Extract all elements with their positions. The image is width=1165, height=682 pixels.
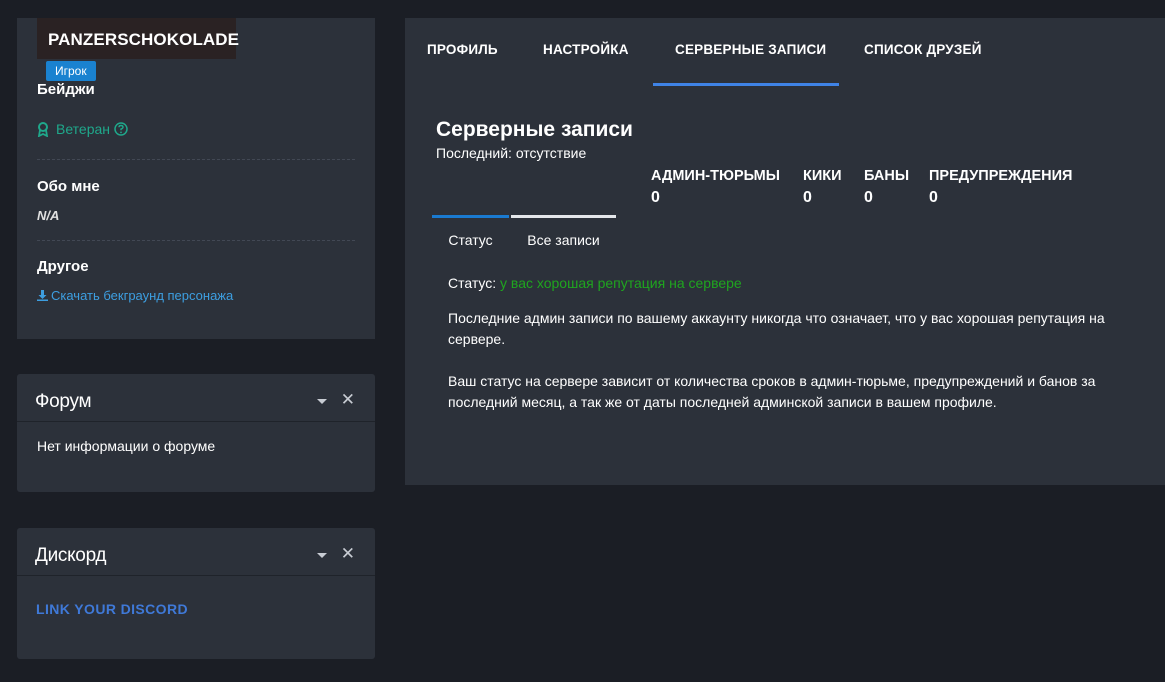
records-last: Последний: отсутствие <box>436 145 587 161</box>
divider <box>37 159 355 160</box>
username: PANZERSCHOKOLADE <box>48 30 240 49</box>
close-icon[interactable]: ✕ <box>341 391 355 408</box>
subtab-status[interactable]: Статус <box>432 215 509 252</box>
stat-label-jail: АДМИН-ТЮРЬМЫ <box>651 168 780 184</box>
collapse-caret-icon[interactable] <box>317 399 327 404</box>
link-discord-button[interactable]: LINK YOUR DISCORD <box>36 601 188 617</box>
divider <box>37 240 355 241</box>
forum-info-text: Нет информации о форуме <box>37 438 216 454</box>
stat-label-kicks: КИКИ <box>803 168 842 184</box>
download-background-link[interactable]: Скачать бекграунд персонажа <box>37 288 233 303</box>
discord-widget-header: Дискорд ✕ <box>17 528 375 576</box>
tab-settings[interactable]: НАСТРОЙКА <box>543 42 629 57</box>
tab-server-records[interactable]: СЕРВЕРНЫЕ ЗАПИСИ <box>675 42 826 57</box>
status-line: Статус: у вас хорошая репутация на серве… <box>448 275 742 291</box>
forum-title: Форум <box>35 391 92 412</box>
stat-value-warnings: 0 <box>929 189 938 206</box>
status-label: Статус: <box>448 275 497 291</box>
close-icon[interactable]: ✕ <box>341 545 355 562</box>
discord-title: Дискорд <box>35 545 107 566</box>
stat-value-kicks: 0 <box>803 189 812 206</box>
username-box: PANZERSCHOKOLADE <box>37 18 240 59</box>
active-tab-indicator <box>653 83 839 86</box>
subtab-all-records[interactable]: Все записи <box>511 215 616 252</box>
forum-widget-header: Форум ✕ <box>17 374 375 422</box>
profile-card: PANZERSCHOKOLADE Игрок Бейджи Ветеран Об… <box>17 18 375 339</box>
main-panel: ПРОФИЛЬ НАСТРОЙКА СЕРВЕРНЫЕ ЗАПИСИ СПИСО… <box>405 18 1165 485</box>
award-icon <box>37 121 49 137</box>
download-icon <box>37 290 48 301</box>
collapse-caret-icon[interactable] <box>317 553 327 558</box>
records-paragraph-2: Ваш статус на сервере зависит от количес… <box>448 373 1096 410</box>
role-badge: Игрок <box>46 61 96 81</box>
stat-value-jail: 0 <box>651 189 660 206</box>
records-paragraph-1: Последние админ записи по вашему аккаунт… <box>448 310 1105 347</box>
stat-label-bans: БАНЫ <box>864 168 910 184</box>
badges-title: Бейджи <box>37 81 95 98</box>
download-link-text: Скачать бекграунд персонажа <box>51 288 234 303</box>
stat-value-bans: 0 <box>864 189 873 206</box>
records-title: Серверные записи <box>436 118 633 141</box>
help-circle-icon[interactable] <box>114 122 128 136</box>
about-value: N/A <box>37 208 60 223</box>
stat-label-warnings: ПРЕДУПРЕЖДЕНИЯ <box>929 168 1073 184</box>
tab-friends-list[interactable]: СПИСОК ДРУЗЕЙ <box>864 42 982 57</box>
forum-widget: Форум ✕ Нет информации о форуме <box>17 374 375 492</box>
about-title: Обо мне <box>37 178 100 195</box>
status-value: у вас хорошая репутация на сервере <box>500 275 742 291</box>
tab-profile[interactable]: ПРОФИЛЬ <box>427 42 498 57</box>
badge-veteran[interactable]: Ветеран <box>37 121 135 137</box>
badge-name: Ветеран <box>56 121 111 137</box>
discord-widget: Дискорд ✕ LINK YOUR DISCORD <box>17 528 375 659</box>
other-title: Другое <box>37 258 89 275</box>
